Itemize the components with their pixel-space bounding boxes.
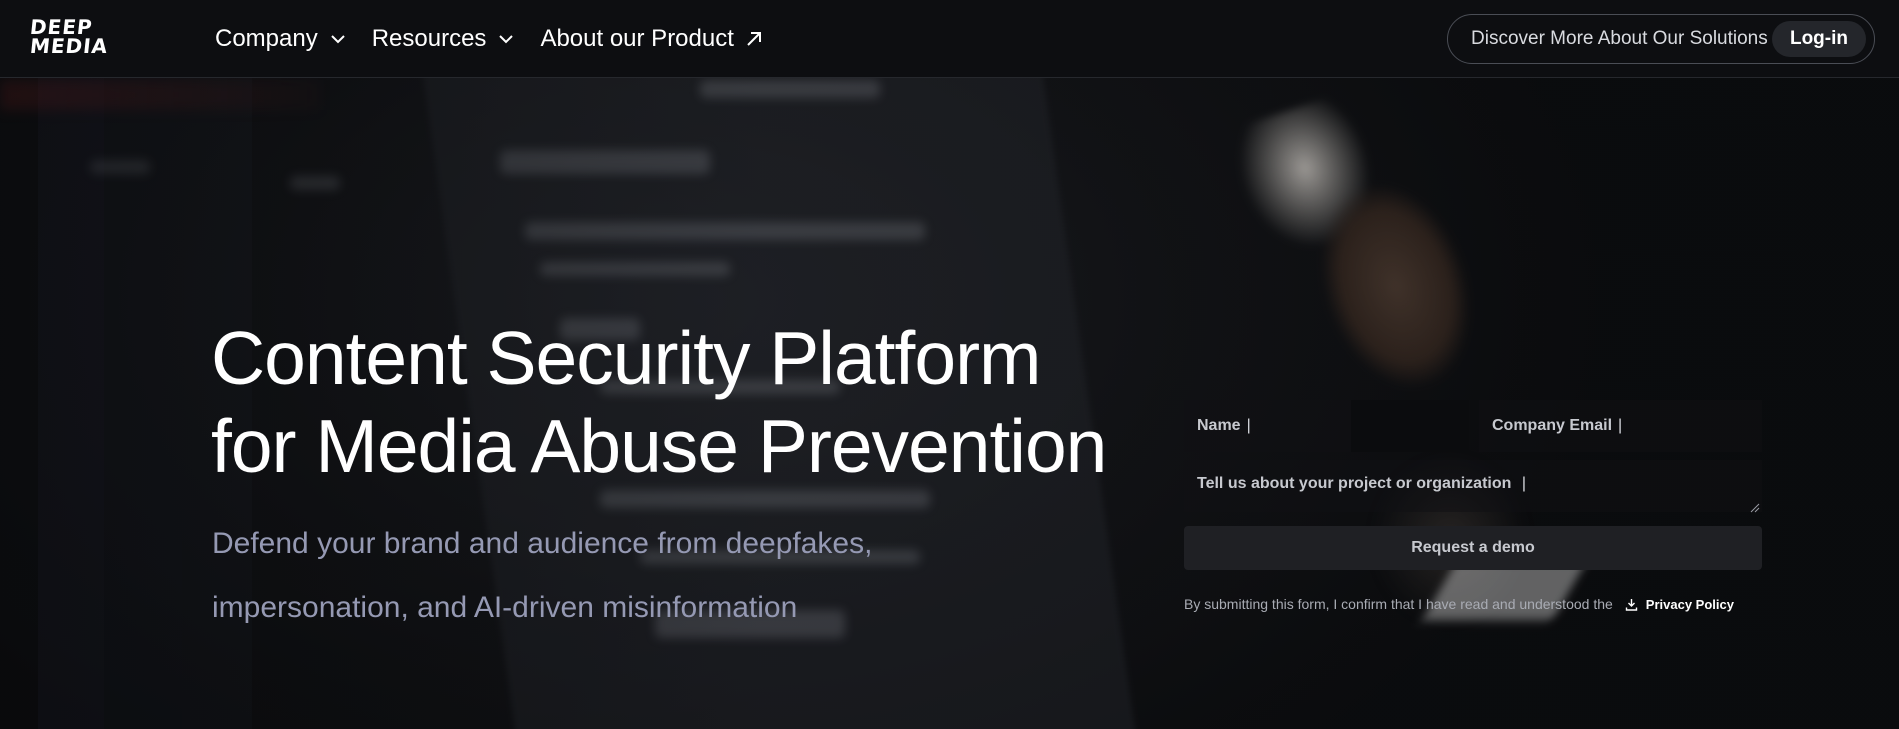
logo-line-2: MEDIA [28, 34, 110, 58]
chevron-down-icon [498, 31, 514, 47]
nav-company-label: Company [215, 25, 318, 52]
deep-media-logo[interactable]: DEEP MEDIA [28, 15, 110, 60]
disclaimer-text: By submitting this form, I confirm that … [1184, 596, 1613, 612]
hero-title: Content Security Platform for Media Abus… [211, 314, 1141, 490]
login-button[interactable]: Log-in [1771, 21, 1866, 57]
chevron-down-icon [330, 31, 346, 47]
text-caret: | [1618, 417, 1623, 434]
name-placeholder: Name [1197, 417, 1241, 434]
nav-resources-label: Resources [371, 25, 487, 52]
project-placeholder: Tell us about your project or organizati… [1197, 475, 1512, 492]
nav-resources[interactable]: Resources [372, 25, 515, 53]
download-icon [1625, 598, 1638, 611]
privacy-policy-label: Privacy Policy [1645, 596, 1734, 612]
name-field[interactable]: Name | [1184, 400, 1469, 452]
hero-subtitle-line-1: Defend your brand and audience from deep… [212, 527, 873, 560]
hero-title-line-1: Content Security Platform [211, 316, 1042, 400]
request-demo-button[interactable]: Request a demo [1184, 526, 1762, 570]
main-nav: Company Resources About our Product [215, 22, 790, 56]
text-caret: | [1521, 475, 1526, 492]
name-field-overlay [1351, 400, 1469, 452]
hero-subtitle-line-2: impersonation, and AI-driven misinformat… [212, 591, 798, 624]
discover-solutions-link[interactable]: Discover More About Our Solutions [1471, 28, 1768, 50]
header-cta-pill: Discover More About Our Solutions Log-in [1447, 14, 1875, 64]
nav-company[interactable]: Company [215, 25, 346, 53]
privacy-policy-link[interactable]: Privacy Policy [1625, 597, 1734, 612]
form-disclaimer: By submitting this form, I confirm that … [1184, 596, 1784, 612]
text-caret: | [1246, 417, 1251, 434]
hero-title-line-2: for Media Abuse Prevention [211, 404, 1107, 488]
project-description-textarea[interactable]: Tell us about your project or organizati… [1184, 460, 1762, 513]
top-navigation-bar: DEEP MEDIA Company Resources About our P… [0, 0, 1899, 78]
nav-about-product[interactable]: About our Product [540, 25, 763, 53]
company-email-field[interactable]: Company Email | [1479, 400, 1762, 452]
email-placeholder: Company Email [1492, 417, 1613, 434]
nav-about-label: About our Product [540, 25, 734, 52]
hero-subtitle: Defend your brand and audience from deep… [212, 512, 972, 640]
arrow-up-right-icon [744, 29, 764, 49]
resize-handle-icon[interactable] [1750, 500, 1760, 513]
